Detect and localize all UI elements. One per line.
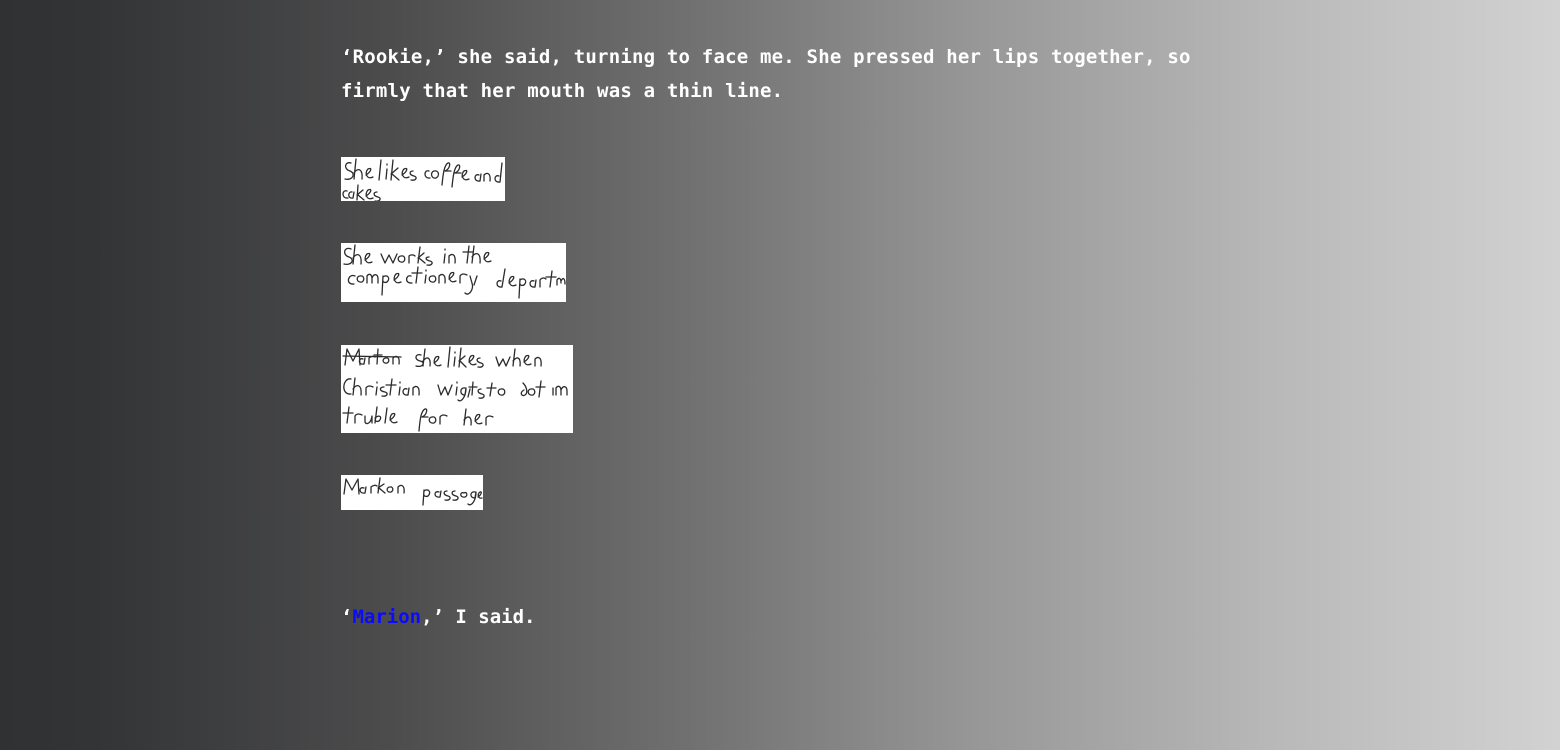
handwriting-scribble [342, 346, 568, 432]
reply-line: ‘Marion,’ I said. [341, 600, 535, 634]
reply-tail: ,’ I said. [421, 606, 536, 628]
story-paragraph: ‘Rookie,’ she said, turning to face me. … [341, 46, 1191, 102]
handwriting-scribble [343, 244, 566, 299]
handwritten-note-image[interactable] [341, 345, 573, 433]
handwriting-scribble [342, 158, 503, 201]
name-link[interactable]: Marion [352, 606, 421, 628]
handwritten-note-image[interactable] [341, 243, 566, 302]
handwritten-note-image[interactable] [341, 475, 483, 510]
reply-open-quote: ‘ [341, 606, 353, 628]
handwriting-scribble [343, 477, 483, 506]
handwritten-note-image[interactable] [341, 157, 505, 201]
